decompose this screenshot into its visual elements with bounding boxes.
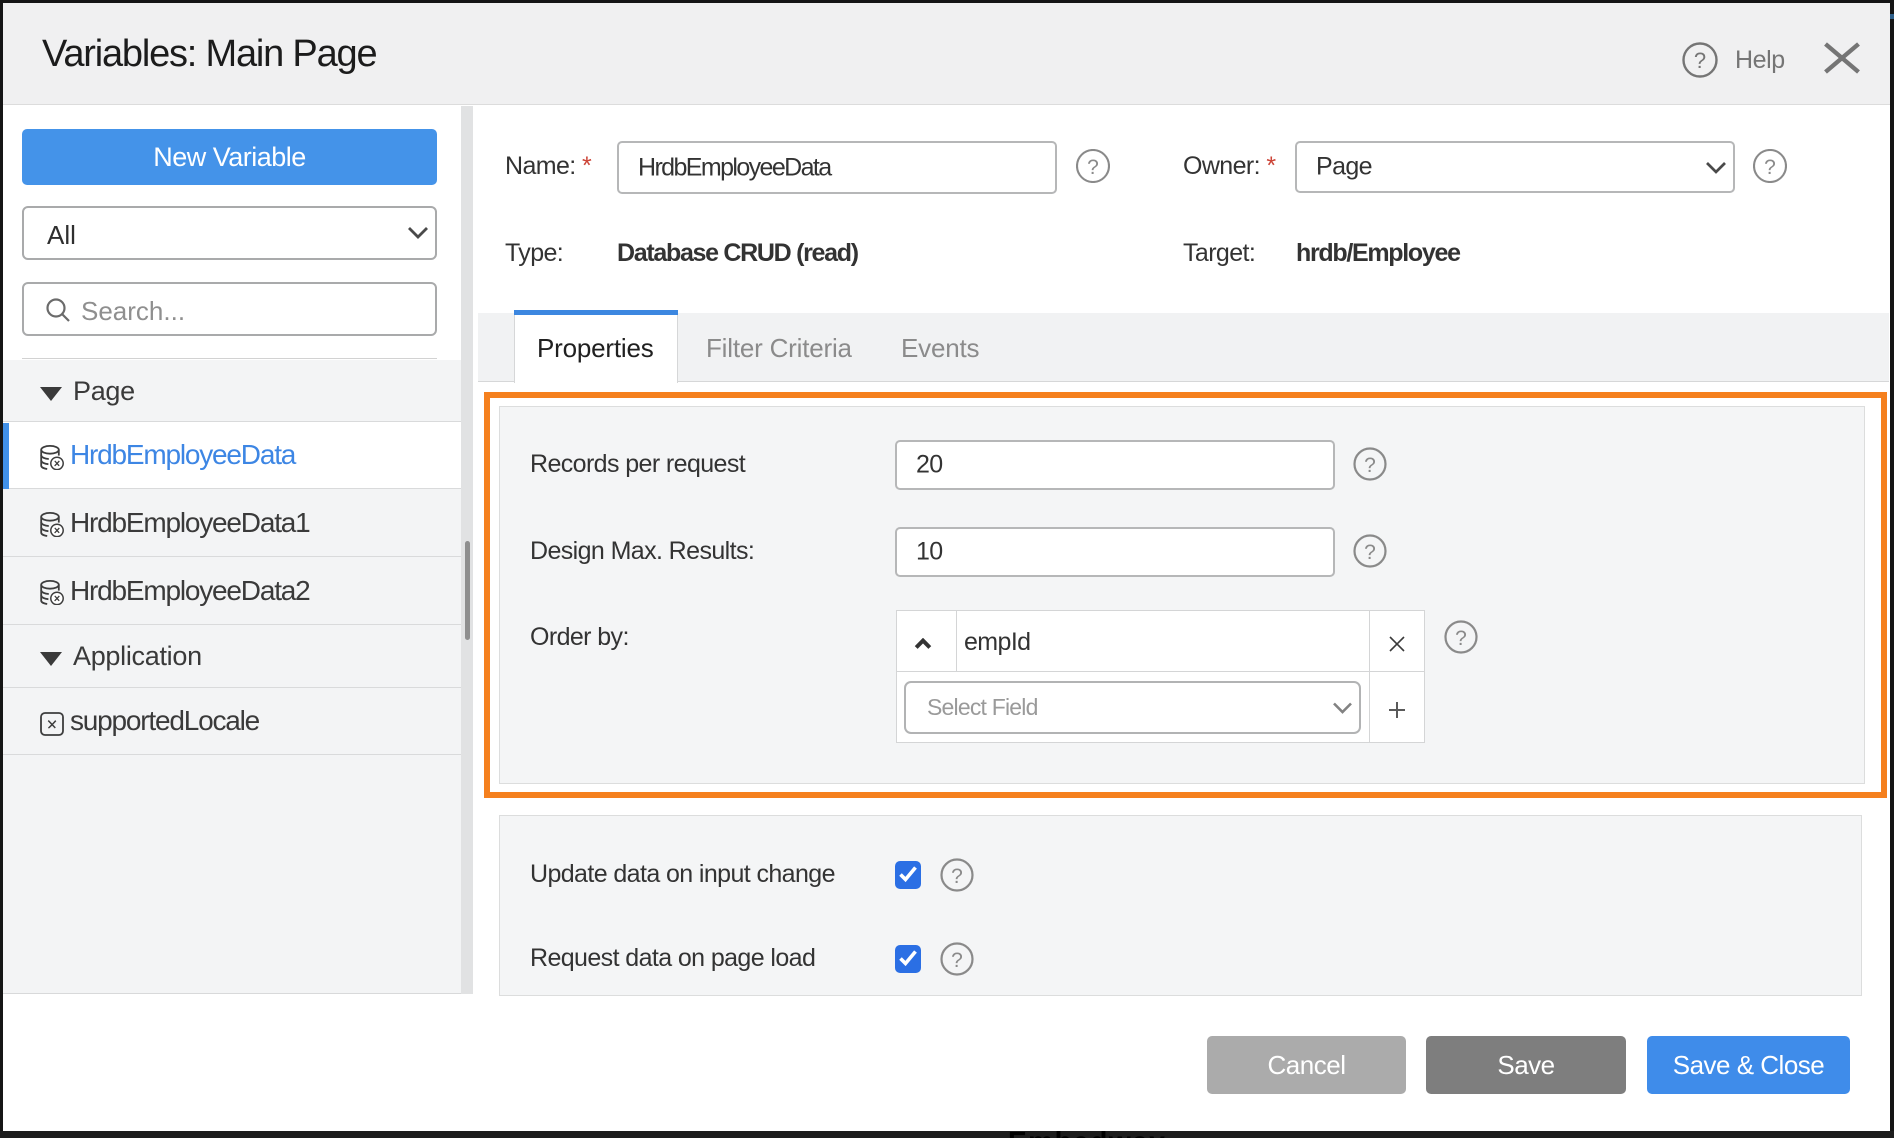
svg-text:?: ?	[1455, 627, 1467, 650]
svg-text:?: ?	[951, 865, 963, 888]
svg-text:?: ?	[1694, 48, 1706, 73]
svg-text:?: ?	[1764, 156, 1776, 179]
svg-text:?: ?	[1364, 541, 1376, 564]
svg-text:?: ?	[951, 949, 963, 972]
svg-text:?: ?	[1087, 156, 1099, 179]
svg-text:?: ?	[1364, 454, 1376, 477]
